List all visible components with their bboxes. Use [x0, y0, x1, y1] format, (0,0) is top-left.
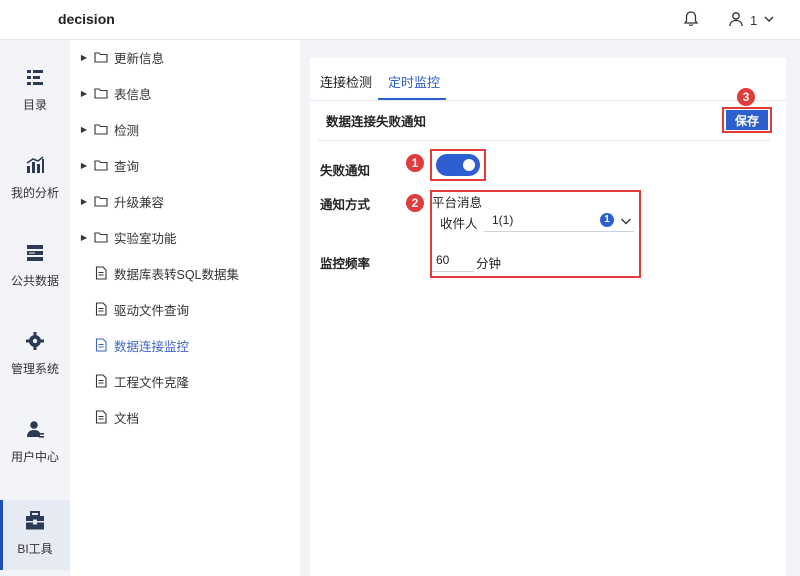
document-icon: [94, 410, 108, 424]
app-title: decision: [58, 11, 115, 27]
nav-item-label: BI工具: [17, 542, 53, 556]
tab-scheduled-monitor[interactable]: 定时监控: [388, 72, 440, 100]
document-icon: [94, 266, 108, 280]
nav-item-label: 公共数据: [10, 274, 59, 288]
tab-divider: [310, 100, 786, 101]
tree-item-label: 驱动文件查询: [114, 303, 190, 318]
database-icon: [24, 242, 46, 264]
notify-method-value: 平台消息: [432, 196, 483, 210]
tree-folder-detection[interactable]: ▶ 检测: [78, 119, 139, 139]
nav-item-my-analysis[interactable]: 我的分析: [0, 144, 70, 214]
tree-item-label: 更新信息: [114, 51, 165, 66]
tree-item-label: 文档: [114, 411, 140, 426]
section-divider: [318, 140, 770, 141]
tree-folder-query[interactable]: ▶ 查询: [78, 155, 139, 175]
main-nav: 目录 我的分析 公共数据 管理系统 用户中心 BI工具: [0, 40, 70, 576]
top-header: decision 1: [0, 0, 800, 40]
gear-icon: [24, 330, 46, 352]
caret-right-icon[interactable]: ▶: [78, 125, 90, 134]
tree-doc-project-clone[interactable]: 工程文件克隆: [90, 371, 189, 391]
tree-folder-table-info[interactable]: ▶ 表信息: [78, 83, 152, 103]
toggle-knob: [463, 159, 475, 171]
user-name: 1: [750, 12, 758, 28]
bell-icon[interactable]: [682, 10, 700, 28]
tree-doc-driver-query[interactable]: 驱动文件查询: [90, 299, 189, 319]
tree-item-label: 实验室功能: [114, 231, 177, 246]
main-panel: 连接检测 定时监控 数据连接失败通知 保存 失败通知 通知方式 平台消息 收件人…: [310, 58, 786, 576]
nav-item-public-data[interactable]: 公共数据: [0, 232, 70, 302]
document-icon: [94, 338, 108, 352]
step-marker-3: 3: [737, 88, 755, 106]
tool-tree: ▶ 更新信息 ▶ 表信息 ▶ 检测 ▶ 查询 ▶ 升级兼容 ▶ 实验室功能 数据…: [70, 40, 300, 576]
tree-folder-upgrade-compat[interactable]: ▶ 升级兼容: [78, 191, 164, 211]
document-icon: [94, 302, 108, 316]
nav-item-label: 目录: [22, 98, 47, 112]
folder-icon: [94, 86, 108, 100]
tree-item-label: 数据连接监控: [114, 339, 190, 354]
tree-item-label: 升级兼容: [114, 195, 165, 210]
nav-item-label: 我的分析: [10, 186, 59, 200]
frequency-unit: 分钟: [476, 257, 502, 271]
step-marker-1: 1: [406, 154, 424, 172]
user-icon: [24, 418, 46, 440]
failure-notice-toggle[interactable]: [436, 154, 480, 176]
frequency-label: 监控频率: [320, 257, 371, 271]
tree-item-label: 工程文件克隆: [114, 375, 190, 390]
notify-method-label: 通知方式: [320, 198, 371, 212]
chevron-down-icon[interactable]: [620, 214, 632, 226]
nav-item-management[interactable]: 管理系统: [0, 320, 70, 390]
nav-item-catalog[interactable]: 目录: [0, 56, 70, 126]
tree-item-label: 数据库表转SQL数据集: [114, 267, 240, 282]
nav-item-user-center[interactable]: 用户中心: [0, 408, 70, 478]
folder-icon: [94, 50, 108, 64]
tree-folder-lab-features[interactable]: ▶ 实验室功能: [78, 227, 177, 247]
analysis-chart-icon: [24, 154, 46, 176]
catalog-icon: [24, 66, 46, 88]
caret-right-icon[interactable]: ▶: [78, 53, 90, 62]
nav-item-label: 管理系统: [10, 362, 59, 376]
recipient-value: 1(1): [492, 212, 514, 227]
recipient-count-badge: 1: [600, 212, 614, 227]
caret-right-icon[interactable]: ▶: [78, 233, 90, 242]
folder-icon: [94, 122, 108, 136]
step-marker-2: 2: [406, 194, 424, 212]
tree-doc-table-to-sql[interactable]: 数据库表转SQL数据集: [90, 263, 239, 283]
save-button[interactable]: 保存: [726, 110, 768, 130]
folder-icon: [94, 230, 108, 244]
user-menu[interactable]: 1: [728, 10, 775, 30]
caret-right-icon[interactable]: ▶: [78, 197, 90, 206]
tree-item-label: 表信息: [114, 87, 152, 102]
caret-right-icon[interactable]: ▶: [78, 89, 90, 98]
toolbox-icon: [24, 510, 46, 532]
recipient-label: 收件人: [440, 217, 478, 231]
tab-connection-check[interactable]: 连接检测: [320, 72, 372, 100]
user-icon: [728, 11, 744, 30]
frequency-input[interactable]: [432, 248, 474, 272]
chevron-down-icon: [763, 13, 775, 28]
tree-folder-update-info[interactable]: ▶ 更新信息: [78, 47, 164, 67]
tree-doc-documents[interactable]: 文档: [90, 407, 139, 427]
section-title: 数据连接失败通知: [326, 115, 427, 129]
nav-item-bi-tools[interactable]: BI工具: [0, 500, 70, 570]
tree-doc-connection-monitor[interactable]: 数据连接监控: [90, 335, 189, 355]
document-icon: [94, 374, 108, 388]
folder-icon: [94, 158, 108, 172]
caret-right-icon[interactable]: ▶: [78, 161, 90, 170]
tree-item-label: 检测: [114, 123, 140, 138]
failure-notice-label: 失败通知: [320, 164, 371, 178]
folder-icon: [94, 194, 108, 208]
recipient-select[interactable]: 1(1) 1: [484, 208, 634, 232]
nav-item-label: 用户中心: [10, 450, 59, 464]
tree-item-label: 查询: [114, 159, 140, 174]
